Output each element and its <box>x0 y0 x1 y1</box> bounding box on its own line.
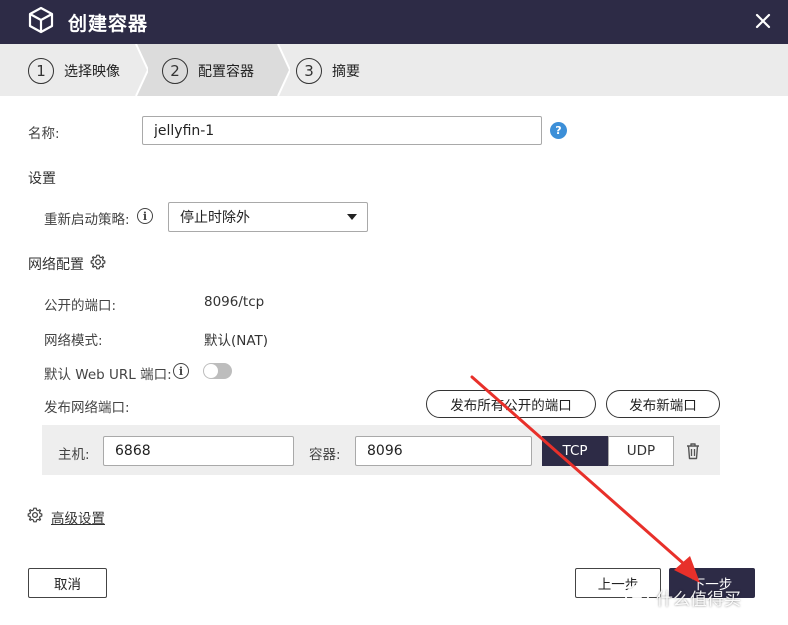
step-number: 3 <box>296 58 322 84</box>
step-label: 选择映像 <box>64 64 120 80</box>
web-url-port-toggle[interactable] <box>203 363 232 379</box>
host-port-label: 主机: <box>58 447 90 463</box>
host-port-input[interactable] <box>103 436 294 466</box>
publish-ports-label: 发布网络端口: <box>44 400 130 416</box>
watermark: 什么值得买 <box>624 584 741 610</box>
network-mode-label: 网络模式: <box>44 333 103 349</box>
step-label: 配置容器 <box>198 64 254 80</box>
help-icon[interactable]: ? <box>550 122 567 139</box>
restart-policy-label: 重新启动策略: <box>44 212 130 228</box>
publish-all-ports-button[interactable]: 发布所有公开的端口 <box>426 390 596 418</box>
step-number: 1 <box>28 58 54 84</box>
restart-policy-select[interactable]: 停止时除外 <box>168 202 368 232</box>
public-port-value: 8096/tcp <box>204 294 265 310</box>
network-mode-value: 默认(NAT) <box>204 333 269 349</box>
wizard-steps: 1 选择映像 2 配置容器 3 摘要 <box>0 44 788 96</box>
gear-icon[interactable] <box>90 254 106 270</box>
caret-down-icon <box>347 214 357 220</box>
step-separator-icon <box>268 44 290 96</box>
close-icon[interactable] <box>752 10 774 32</box>
advanced-settings-link[interactable]: 高级设置 <box>51 507 105 527</box>
toggle-knob <box>204 364 218 378</box>
restart-policy-value: 停止时除外 <box>180 210 250 226</box>
info-icon[interactable]: i <box>173 363 189 379</box>
public-port-label: 公开的端口: <box>44 298 117 314</box>
container-box-icon <box>28 6 54 34</box>
settings-section-title: 设置 <box>28 171 56 187</box>
watermark-logo-icon <box>625 585 649 609</box>
cancel-button[interactable]: 取消 <box>28 568 107 598</box>
network-section-title: 网络配置 <box>28 257 84 273</box>
step-number: 2 <box>162 58 188 84</box>
step-configure-container: 2 配置容器 <box>162 58 254 84</box>
watermark-text: 什么值得买 <box>656 589 741 610</box>
name-label: 名称: <box>28 126 60 142</box>
container-port-input[interactable] <box>355 436 532 466</box>
gear-icon[interactable] <box>27 507 43 523</box>
title-bar: 创建容器 <box>0 0 788 44</box>
trash-icon[interactable] <box>685 442 701 460</box>
step-label: 摘要 <box>332 64 360 80</box>
step-summary: 3 摘要 <box>296 58 360 84</box>
name-input[interactable] <box>142 116 542 145</box>
step-separator-icon <box>126 44 148 96</box>
step-select-image: 1 选择映像 <box>28 58 120 84</box>
protocol-tcp-button[interactable]: TCP <box>542 436 608 466</box>
publish-new-port-button[interactable]: 发布新端口 <box>606 390 720 418</box>
window-title: 创建容器 <box>68 13 149 35</box>
container-port-label: 容器: <box>309 447 341 463</box>
info-icon[interactable]: i <box>137 208 153 224</box>
web-url-port-label: 默认 Web URL 端口: <box>44 367 172 383</box>
protocol-udp-button[interactable]: UDP <box>608 436 674 466</box>
